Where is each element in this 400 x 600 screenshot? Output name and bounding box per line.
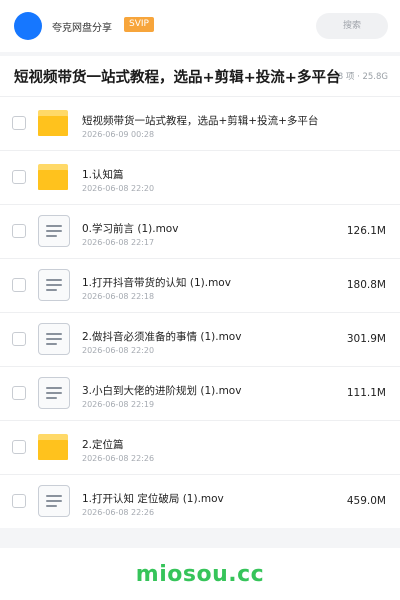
file-name: 2.定位篇 [82, 439, 124, 451]
user-avatar[interactable] [14, 12, 42, 40]
share-summary: 8 项 · 25.8G [337, 72, 388, 82]
file-name: 短视频带货一站式教程，选品+剪辑+投流+多平台 [82, 115, 319, 127]
file-date: 2026-06-08 22:19 [82, 400, 155, 409]
file-name: 1.打开认知 定位破局 (1).mov [82, 493, 224, 505]
select-checkbox[interactable] [12, 116, 26, 130]
folder-row[interactable]: 短视频带货一站式教程，选品+剪辑+投流+多平台 2026-06-09 00:28 [0, 96, 400, 150]
file-date: 2026-06-08 22:26 [82, 454, 155, 463]
file-name: 0.学习前言 (1).mov [82, 223, 179, 235]
file-row[interactable]: 2.做抖音必须准备的事情 (1).mov 2026-06-08 22:20 301.… [0, 312, 400, 366]
brand-name: 夸克网盘分享 [52, 23, 112, 34]
document-icon [38, 377, 70, 409]
file-date: 2026-06-08 22:18 [82, 292, 155, 301]
file-size: 111.1M [346, 387, 386, 399]
file-row[interactable]: 3.小白到大佬的进阶规划 (1).mov 2026-06-08 22:19 111.… [0, 366, 400, 420]
file-date: 2026-06-08 22:20 [82, 184, 155, 193]
select-checkbox[interactable] [12, 224, 26, 238]
file-size: 126.1M [346, 225, 386, 237]
svip-badge: SVIP [124, 17, 154, 32]
share-title-bar: 短视频带货一站式教程，选品+剪辑+投流+多平台 8 项 · 25.8G [0, 56, 400, 96]
select-checkbox[interactable] [12, 440, 26, 454]
select-checkbox[interactable] [12, 332, 26, 346]
file-date: 2026-06-08 22:17 [82, 238, 155, 247]
file-size: 459.0M [346, 495, 386, 507]
select-checkbox[interactable] [12, 278, 26, 292]
file-name: 1.认知篇 [82, 169, 124, 181]
document-icon [38, 485, 70, 517]
file-name: 1.打开抖音带货的认知 (1).mov [82, 277, 231, 289]
document-icon [38, 323, 70, 355]
file-row[interactable]: 0.学习前言 (1).mov 2026-06-08 22:17 126.1M [0, 204, 400, 258]
folder-icon [38, 161, 70, 193]
document-icon [38, 269, 70, 301]
file-date: 2026-06-08 22:20 [82, 346, 155, 355]
select-checkbox[interactable] [12, 170, 26, 184]
page-title: 短视频带货一站式教程，选品+剪辑+投流+多平台 [14, 70, 341, 86]
file-date: 2026-06-09 00:28 [82, 130, 155, 139]
app-header: 夸克网盘分享 SVIP 搜索 [0, 0, 400, 52]
file-size: 301.9M [346, 333, 386, 345]
file-size: 180.8M [346, 279, 386, 291]
file-row[interactable]: 1.打开认知 定位破局 (1).mov 2026-06-08 22:26 459.0… [0, 474, 400, 528]
file-name: 2.做抖音必须准备的事情 (1).mov [82, 331, 242, 343]
search-input[interactable]: 搜索 [316, 13, 388, 39]
folder-row[interactable]: 1.认知篇 2026-06-08 22:20 [0, 150, 400, 204]
site-watermark: miosou.cc [135, 562, 265, 587]
select-checkbox[interactable] [12, 494, 26, 508]
document-icon [38, 215, 70, 247]
select-checkbox[interactable] [12, 386, 26, 400]
folder-icon [38, 107, 70, 139]
folder-icon [38, 431, 70, 463]
file-row[interactable]: 1.打开抖音带货的认知 (1).mov 2026-06-08 22:18 180.8… [0, 258, 400, 312]
file-name: 3.小白到大佬的进阶规划 (1).mov [82, 385, 242, 397]
folder-row[interactable]: 2.定位篇 2026-06-08 22:26 [0, 420, 400, 474]
file-date: 2026-06-08 22:26 [82, 508, 155, 517]
file-list: 短视频带货一站式教程，选品+剪辑+投流+多平台 2026-06-09 00:28 1… [0, 96, 400, 528]
